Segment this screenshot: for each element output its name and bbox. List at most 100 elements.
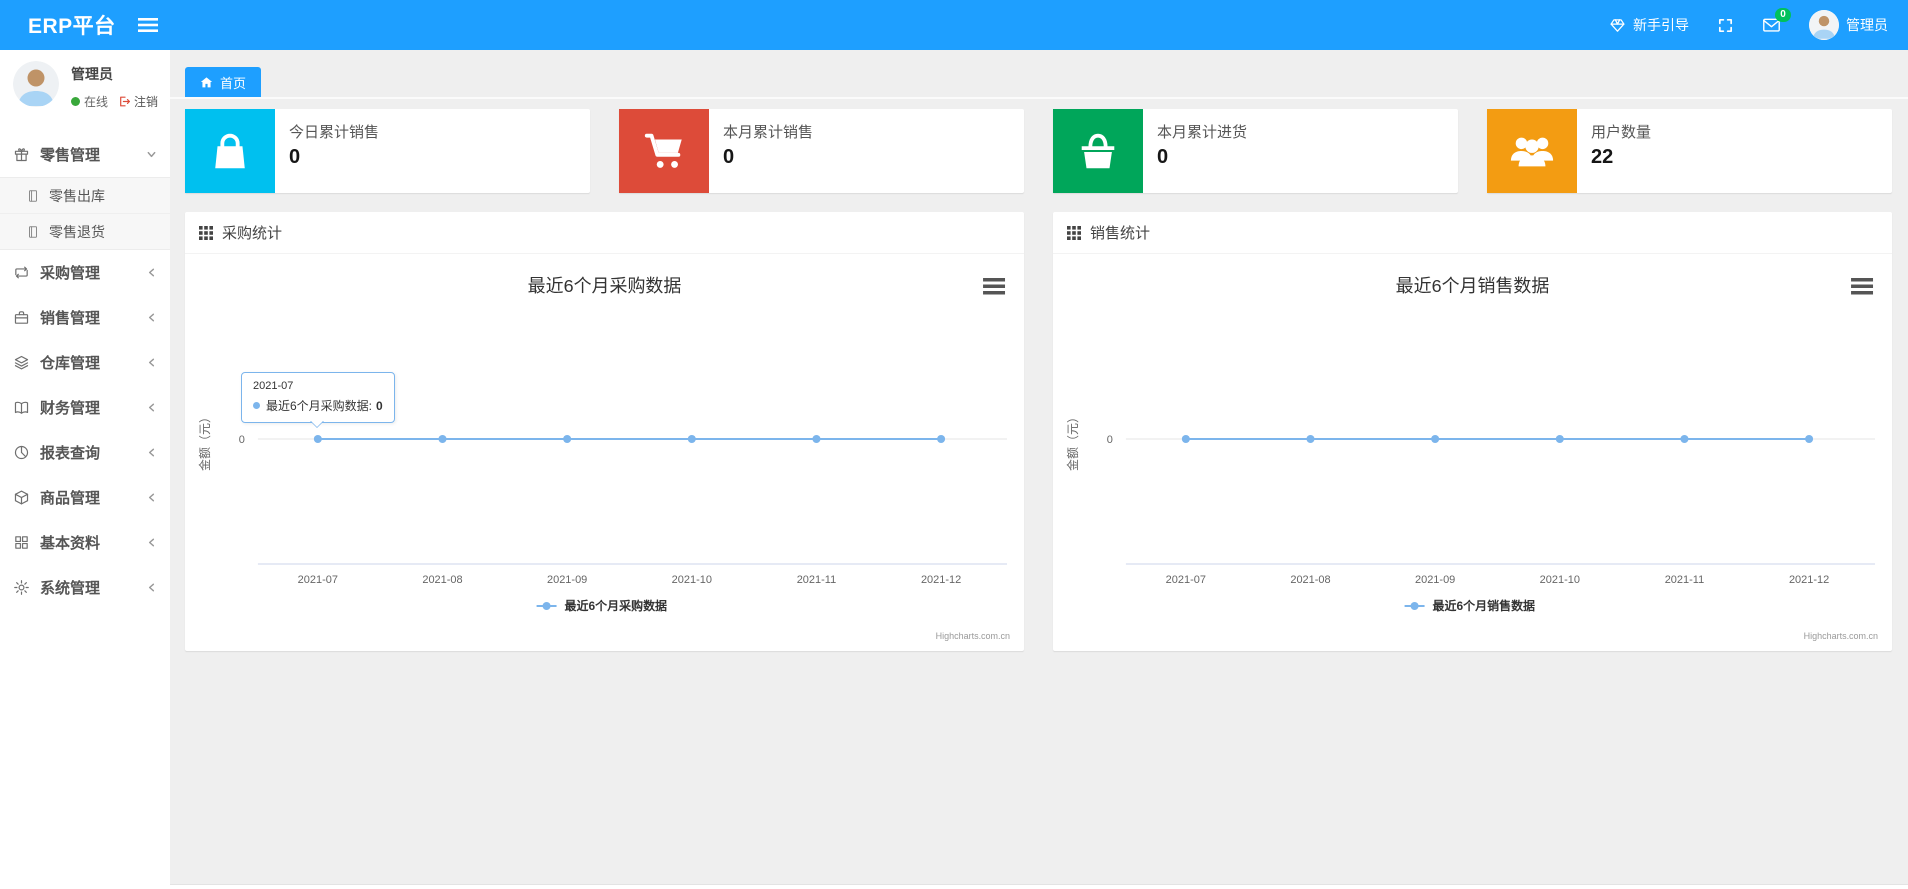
sidebar-item-sales[interactable]: 销售管理 (0, 295, 170, 340)
svg-text:2021-10: 2021-10 (672, 574, 712, 586)
stat-card-month-sales: 本月累计销售 0 (619, 109, 1024, 193)
user-menu[interactable]: 管理员 (1809, 10, 1888, 40)
series-line (1181, 435, 1814, 443)
erp-dashboard: ERP平台 新手引导 0 管理员 管理员 在线 注销 零售管理 零售出库 零售退… (0, 0, 1908, 889)
data-point (1680, 435, 1689, 443)
data-point (563, 435, 572, 443)
stat-value: 22 (1591, 146, 1614, 168)
user-info: 管理员 在线 注销 (71, 61, 158, 110)
doc-icon (29, 225, 37, 238)
svg-text:2021-11: 2021-11 (1665, 574, 1704, 586)
purchase-stats-panel: 采购统计 最近6个月采购数据 0 金额（元） 2021-07 2021-08 2021-0… (185, 212, 1024, 651)
stat-label: 本月累计进货 (1157, 124, 1248, 141)
highcharts-credit[interactable]: Highcharts.com.cn (936, 631, 1010, 641)
tooltip-category: 2021-07 (253, 380, 294, 392)
chevron-left-icon (148, 313, 155, 322)
chart-export-button[interactable] (983, 278, 1006, 295)
repeat-icon (15, 266, 28, 279)
fullscreen-button[interactable] (1717, 17, 1734, 34)
menu-label: 零售出库 (49, 187, 105, 204)
box-icon (14, 490, 29, 505)
sales-chart: 最近6个月销售数据 0 金额（元） 2021-07 2021-08 2021-09 2021… (1053, 254, 1892, 651)
messages-button[interactable]: 0 (1762, 7, 1791, 34)
grid-icon (15, 536, 28, 549)
top-navbar: ERP平台 新手引导 0 管理员 (0, 0, 1908, 50)
series-line (313, 435, 946, 443)
briefcase-icon (14, 311, 29, 324)
data-point (438, 435, 447, 443)
data-point (1805, 435, 1814, 443)
stat-text: 用户数量 22 (1577, 109, 1665, 193)
svg-text:2021-08: 2021-08 (1290, 574, 1330, 586)
y-axis-title: 金额（元） (197, 411, 212, 471)
panel-header: 销售统计 (1053, 212, 1892, 254)
svg-text:2021-12: 2021-12 (921, 574, 961, 586)
stat-text: 今日累计销售 0 (275, 109, 393, 193)
chart-title: 最近6个月销售数据 (1396, 276, 1550, 296)
chevron-left-icon (148, 268, 155, 277)
legend-item[interactable]: 最近6个月采购数据 (536, 598, 667, 613)
sidebar-item-warehouse[interactable]: 仓库管理 (0, 340, 170, 385)
menu-label: 零售退货 (49, 223, 105, 240)
sign-out-icon (120, 96, 130, 107)
sidebar-item-retail[interactable]: 零售管理 (0, 132, 170, 177)
highcharts-credit[interactable]: Highcharts.com.cn (1804, 631, 1878, 641)
sidebar-item-system[interactable]: 系统管理 (0, 565, 170, 610)
legend-item[interactable]: 最近6个月销售数据 (1404, 598, 1535, 613)
chevron-left-icon (148, 493, 155, 502)
th-grid-icon (1067, 225, 1081, 240)
menu-label: 仓库管理 (40, 355, 101, 372)
sidebar: 管理员 在线 注销 零售管理 零售出库 零售退货 采购管理 销售管理 仓库管理 … (0, 50, 170, 889)
data-point (1555, 435, 1564, 443)
svg-text:2021-07: 2021-07 (298, 574, 338, 586)
main-content: 首页 今日累计销售 0 本月累计销售 0 本月累计进货 0 用户数量 22 采购… (170, 50, 1908, 889)
purchase-chart: 最近6个月采购数据 0 金额（元） 2021-07 2021-08 2021-09 2021… (185, 254, 1024, 651)
data-point (812, 435, 821, 443)
tab-home[interactable]: 首页 (185, 67, 262, 97)
sidebar-item-purchase[interactable]: 采购管理 (0, 250, 170, 295)
panel-header: 采购统计 (185, 212, 1024, 254)
gem-icon (1610, 18, 1625, 32)
menu-group-retail: 零售管理 零售出库 零售退货 (0, 132, 170, 250)
cart-icon (619, 109, 709, 193)
online-dot (71, 97, 80, 106)
online-label: 在线 (84, 95, 109, 109)
sidebar-item-retail-returns[interactable]: 零售退货 (0, 214, 170, 249)
data-point (1306, 435, 1315, 443)
stat-value: 0 (723, 146, 735, 168)
svg-text:2021-07: 2021-07 (1166, 574, 1206, 586)
menu-label: 报表查询 (40, 445, 101, 462)
chevron-left-icon (148, 448, 155, 457)
layers-icon (14, 355, 29, 370)
sidebar-item-reports[interactable]: 报表查询 (0, 430, 170, 475)
sidebar-item-products[interactable]: 商品管理 (0, 475, 170, 520)
svg-text:最近6个月销售数据: 最近6个月销售数据 (1433, 598, 1535, 613)
guide-button[interactable]: 新手引导 (1609, 15, 1689, 35)
sidebar-item-retail-outbound[interactable]: 零售出库 (0, 178, 170, 214)
sidebar-toggle-button[interactable] (137, 17, 158, 33)
book-icon (14, 401, 29, 414)
navbar-username: 管理员 (1846, 17, 1888, 33)
data-point (1431, 435, 1440, 443)
stat-card-today-sales: 今日累计销售 0 (185, 109, 590, 193)
menu-label: 系统管理 (40, 580, 101, 597)
svg-text:2021-11: 2021-11 (797, 574, 836, 586)
chart-tooltip: 2021-07 最近6个月采购数据: 0 (241, 372, 395, 428)
sidebar-item-finance[interactable]: 财务管理 (0, 385, 170, 430)
avatar-image (1809, 10, 1839, 40)
gift-icon (14, 148, 29, 162)
stat-value: 0 (1157, 146, 1169, 168)
svg-text:2021-08: 2021-08 (422, 574, 462, 586)
chevron-left-icon (148, 538, 155, 547)
chart-export-button[interactable] (1851, 278, 1874, 295)
tooltip-series-row: 最近6个月采购数据: 0 (253, 397, 383, 414)
chart-title: 最近6个月采购数据 (528, 276, 682, 296)
sidebar-item-basic-data[interactable]: 基本资料 (0, 520, 170, 565)
stat-label: 今日累计销售 (289, 124, 380, 141)
series-dot (253, 402, 260, 409)
brand-logo[interactable]: ERP平台 (0, 10, 138, 40)
panel-title: 销售统计 (1090, 225, 1151, 242)
logout-link[interactable]: 注销 (118, 93, 158, 110)
navbar-right: 新手引导 0 管理员 (1609, 7, 1908, 40)
user-name: 管理员 (71, 66, 113, 82)
